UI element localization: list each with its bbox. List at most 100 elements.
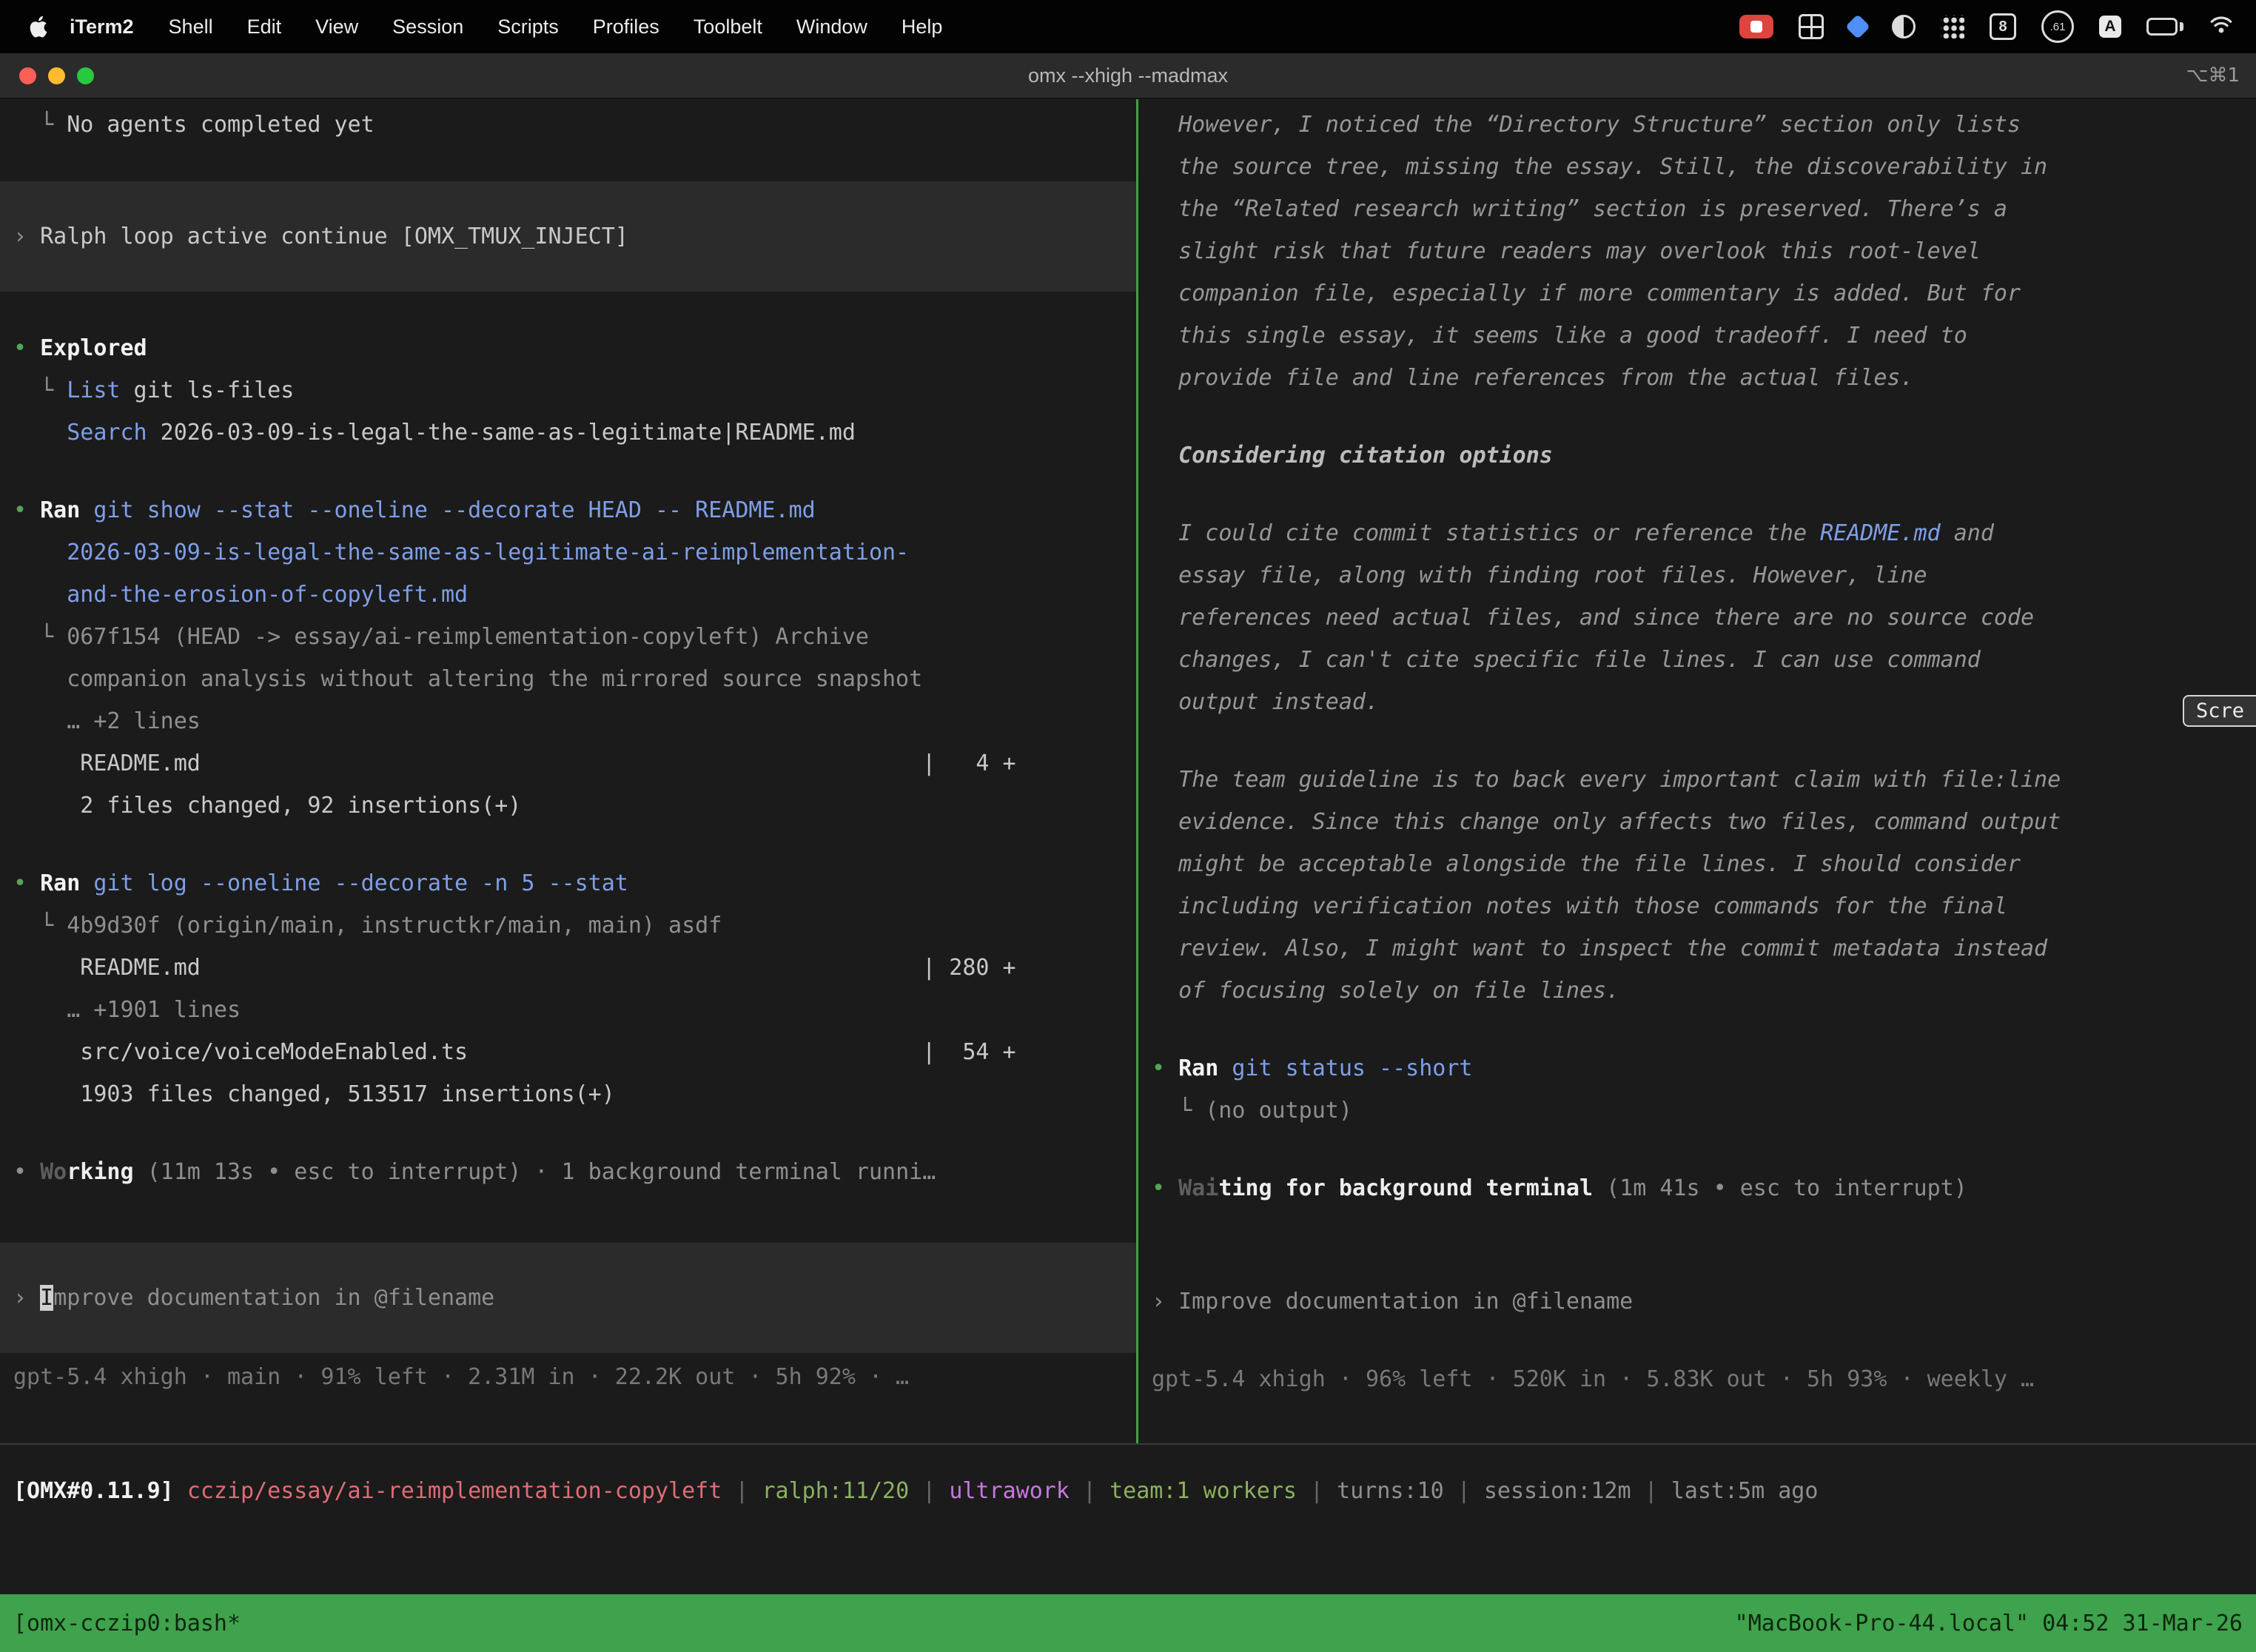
text-segment: No agents completed yet [67, 112, 374, 138]
terminal-pane-left[interactable]: └ No agents completed yet › Ralph loop ac… [0, 99, 1138, 1443]
terminal-line: └ No agents completed yet [13, 104, 1121, 146]
close-button[interactable] [19, 67, 36, 84]
text-segment: cczip/essay/ai-reimplementation-copyleft [187, 1478, 722, 1504]
text-segment: gpt-5.4 xhigh · main · 91% left · 2.31M … [13, 1364, 909, 1390]
menu-item-window[interactable]: Window [779, 16, 884, 38]
text-segment: references need actual files, and since … [1152, 605, 2034, 631]
menu-item-scripts[interactable]: Scripts [480, 16, 576, 38]
text-segment: • [1152, 1055, 1178, 1081]
spacer [1152, 399, 2241, 434]
wifi-icon[interactable] [2209, 14, 2234, 40]
apple-menu-icon[interactable] [30, 14, 52, 39]
text-segment: Wo [40, 1159, 67, 1185]
text-segment: of focusing solely on file lines. [1152, 978, 1619, 1004]
text-segment: companion analysis without altering the … [13, 666, 922, 692]
text-segment: However, I noticed the “Directory Struct… [1152, 112, 2021, 138]
text-segment: › [13, 1285, 40, 1311]
text-segment: ultrawork [949, 1478, 1070, 1504]
text-segment: | [722, 1478, 762, 1504]
text-segment: … +1901 lines [13, 997, 241, 1023]
text-segment: Improve documentation in @filename [1178, 1289, 1633, 1314]
text-segment: 067f154 (HEAD -> essay/ai-reimplementati… [67, 624, 869, 650]
minimize-button[interactable] [48, 67, 65, 84]
zoom-button[interactable] [77, 67, 94, 84]
text-segment: changes, I can't cite specific file line… [1152, 647, 1981, 673]
spacer [13, 827, 1121, 862]
ralph-loop-banner: › Ralph loop active continue [OMX_TMUX_I… [0, 181, 1136, 292]
screen: iTerm2 ShellEditViewSessionScriptsProfil… [0, 0, 2256, 1652]
screen-recording-indicator-icon[interactable] [1739, 15, 1773, 38]
text-segment: • [13, 335, 40, 361]
terminal-line: • Waiting for background terminal (1m 41… [1152, 1167, 2241, 1209]
terminal-line: provide file and line references from th… [1152, 357, 2241, 399]
terminal-line: … +2 lines [13, 700, 1121, 742]
text-segment: Considering citation options [1152, 443, 1553, 469]
text-segment: ting for background terminal [1218, 1175, 1593, 1201]
text-segment: git status --short [1218, 1055, 1472, 1081]
text-segment: Wai [1178, 1175, 1218, 1201]
terminal-line: The team guideline is to back every impo… [1152, 759, 2241, 801]
text-segment: | [1297, 1478, 1337, 1504]
text-segment: turns:10 [1337, 1478, 1444, 1504]
menu-item-toolbelt[interactable]: Toolbelt [677, 16, 779, 38]
terminal-pane-right[interactable]: However, I noticed the “Directory Struct… [1138, 99, 2256, 1443]
menu-item-profiles[interactable]: Profiles [576, 16, 677, 38]
prompt-input-right[interactable]: › Improve documentation in @filename [1152, 1280, 2241, 1323]
dots-grid-icon[interactable] [1941, 15, 1964, 38]
key-badge-icon[interactable]: 8 [1990, 13, 2016, 40]
text-segment: git log --oneline --decorate -n 5 --stat [80, 870, 628, 896]
half-circle-app-icon[interactable] [1892, 15, 1916, 38]
text-segment: └ [1152, 1098, 1205, 1124]
text-segment: this single essay, it seems like a good … [1152, 323, 1967, 349]
text-segment: └ [13, 377, 67, 403]
text-segment: gpt-5.4 xhigh · 96% left · 520K in · 5.8… [1152, 1366, 2034, 1392]
text-segment: | [1070, 1478, 1109, 1504]
terminal-line: output instead. [1152, 681, 2241, 723]
terminal-line: the “Related research writing” section i… [1152, 188, 2241, 230]
terminal-line: └ (no output) [1152, 1089, 2241, 1132]
text-segment: git ls-files [121, 377, 295, 403]
percent-badge-icon[interactable]: .61 [2041, 10, 2074, 43]
terminal-line: and-the-erosion-of-copyleft.md [13, 574, 1121, 616]
text-segment: • [13, 1159, 40, 1185]
text-segment: └ [13, 112, 67, 138]
battery-icon[interactable] [2146, 18, 2183, 36]
menu-item-edit[interactable]: Edit [230, 16, 299, 38]
terminal-line: of focusing solely on file lines. [1152, 970, 2241, 1012]
terminal-line: might be acceptable alongside the file l… [1152, 843, 2241, 885]
window-title: omx --xhigh --madmax [1028, 64, 1228, 87]
prompt-input-left[interactable]: › Improve documentation in @filename [0, 1243, 1136, 1353]
spacer [1152, 1132, 2241, 1167]
terminal-line: companion analysis without altering the … [13, 658, 1121, 700]
text-segment: rking [67, 1159, 133, 1185]
spacer [13, 146, 1121, 181]
input-source-icon[interactable]: A [2099, 16, 2121, 38]
menu-item-session[interactable]: Session [375, 16, 480, 38]
text-segment: I [40, 1285, 53, 1311]
menu-item-shell[interactable]: Shell [152, 16, 230, 38]
terminal-line: src/voice/voiceModeEnabled.ts | 54 + [13, 1031, 1121, 1073]
clipped-tooltip: Scre [2183, 695, 2256, 727]
text-segment: • [1152, 1175, 1178, 1201]
spacer [13, 292, 1121, 327]
menu-item-help[interactable]: Help [884, 16, 960, 38]
terminal-line: essay file, along with finding root file… [1152, 554, 2241, 597]
blue-diamond-app-icon[interactable] [1845, 14, 1870, 39]
terminal-line: Considering citation options [1152, 434, 2241, 477]
window-grid-icon[interactable] [1799, 14, 1824, 39]
menu-app-name[interactable]: iTerm2 [62, 16, 152, 38]
terminal-line: README.md | 4 + [13, 742, 1121, 785]
terminal-line: companion file, especially if more comme… [1152, 272, 2241, 315]
text-segment: mprove documentation in @filename [53, 1285, 494, 1311]
text-segment: | [909, 1478, 949, 1504]
text-segment: (1m 41s • esc to interrupt) [1593, 1175, 1967, 1201]
text-segment: (11m 13s • esc to interrupt) · 1 backgro… [134, 1159, 936, 1185]
terminal-line: changes, I can't cite specific file line… [1152, 639, 2241, 681]
text-segment: • [13, 497, 40, 523]
terminal-line: including verification notes with those … [1152, 885, 2241, 927]
text-segment: 2 files changed, 92 insertions(+) [13, 793, 521, 819]
menu-item-view[interactable]: View [298, 16, 375, 38]
text-segment: slight risk that future readers may over… [1152, 238, 1981, 264]
text-segment: provide file and line references from th… [1152, 365, 1914, 391]
spacer [1152, 1012, 2241, 1047]
